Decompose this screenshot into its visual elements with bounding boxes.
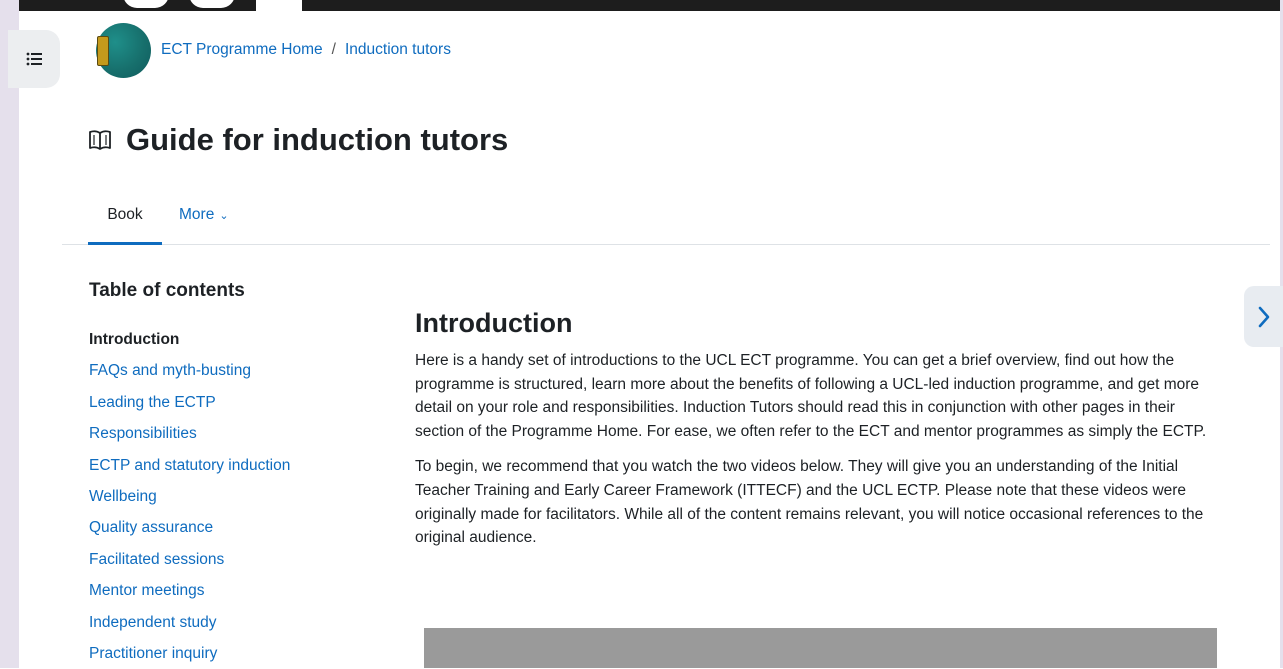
breadcrumb-current-link[interactable]: Induction tutors [345, 41, 451, 59]
tab-more-label: More [179, 206, 215, 223]
toc-list: Introduction FAQs and myth-busting Leadi… [89, 324, 379, 669]
toc-item-statutory-induction: ECTP and statutory induction [89, 450, 379, 481]
header-logo-shape [123, 0, 169, 8]
toc-item-quality-assurance: Quality assurance [89, 512, 379, 543]
toc-link[interactable]: Leading the ECTP [89, 394, 216, 411]
next-chapter-button[interactable] [1244, 286, 1283, 347]
toc-item-leading: Leading the ECTP [89, 387, 379, 418]
table-of-contents: Table of contents Introduction FAQs and … [89, 280, 379, 669]
toc-link[interactable]: Responsibilities [89, 425, 197, 442]
toc-item-responsibilities: Responsibilities [89, 418, 379, 449]
toc-link[interactable]: Wellbeing [89, 488, 157, 505]
tab-book-label: Book [107, 206, 143, 223]
tab-more[interactable]: More ⌄ [179, 188, 229, 242]
toc-link[interactable]: Practitioner inquiry [89, 645, 217, 662]
breadcrumb-row: ECT Programme Home / Induction tutors [96, 22, 451, 78]
secondary-navigation: Book More ⌄ [62, 188, 1270, 245]
chapter-paragraph: Here is a handy set of introductions to … [415, 352, 1207, 440]
toc-item-practitioner-inquiry: Practitioner inquiry [89, 638, 379, 669]
header-logo-shape [189, 0, 235, 8]
toc-item-faqs: FAQs and myth-busting [89, 355, 379, 386]
chapter-content: Introduction Here is a handy set of intr… [415, 308, 1215, 562]
toc-item-mentor-meetings: Mentor meetings [89, 575, 379, 606]
left-edge-strip [0, 0, 19, 668]
toc-link[interactable]: FAQs and myth-busting [89, 362, 251, 379]
book-open-icon [89, 130, 111, 150]
toc-heading: Table of contents [89, 280, 245, 301]
breadcrumb: ECT Programme Home / Induction tutors [161, 41, 451, 59]
toc-link[interactable]: Facilitated sessions [89, 551, 224, 568]
toc-item-facilitated-sessions: Facilitated sessions [89, 544, 379, 575]
toc-link[interactable]: ECTP and statutory induction [89, 457, 290, 474]
toc-link[interactable]: Quality assurance [89, 519, 213, 536]
tab-book[interactable]: Book [88, 188, 162, 245]
page-title: Guide for induction tutors [126, 122, 509, 157]
chevron-down-icon: ⌄ [219, 209, 229, 222]
toc-item-independent-study: Independent study [89, 607, 379, 638]
course-index-toggle-button[interactable] [8, 30, 60, 88]
course-image [96, 22, 151, 78]
page-header: Guide for induction tutors [88, 122, 508, 158]
toc-item-wellbeing: Wellbeing [89, 481, 379, 512]
chapter-paragraph: To begin, we recommend that you watch th… [415, 458, 1204, 547]
breadcrumb-separator: / [331, 41, 336, 58]
header-logo-shape [256, 0, 302, 11]
toc-item-introduction: Introduction [89, 324, 379, 355]
toc-item-label: Introduction [89, 331, 180, 348]
list-icon [26, 52, 42, 66]
chapter-heading: Introduction [415, 308, 573, 338]
video-player[interactable] [424, 628, 1217, 668]
breadcrumb-home-link[interactable]: ECT Programme Home [161, 41, 323, 59]
site-header-bar [19, 0, 1280, 11]
toc-link[interactable]: Mentor meetings [89, 582, 204, 599]
chevron-right-icon [1258, 306, 1269, 327]
toc-link[interactable]: Independent study [89, 614, 217, 631]
